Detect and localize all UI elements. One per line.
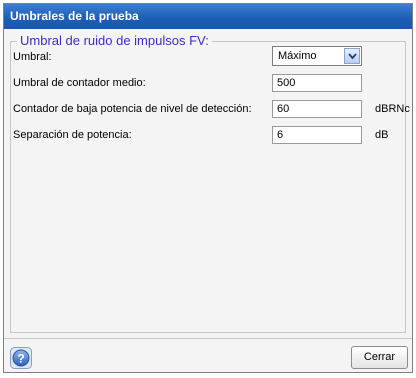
power-separation-input[interactable]: [272, 126, 362, 144]
average-counter-threshold-label: Umbral de contador medio:: [13, 77, 146, 89]
power-separation-unit: dB: [375, 129, 389, 141]
low-power-detection-counter-input[interactable]: [272, 100, 362, 118]
close-button[interactable]: Cerrar: [351, 346, 408, 369]
threshold-select[interactable]: Máximo: [272, 46, 362, 66]
low-power-unit: dBRNc: [375, 103, 410, 115]
question-mark-icon: ?: [10, 347, 32, 369]
threshold-select-value: Máximo: [278, 50, 317, 62]
power-separation-label: Separación de potencia:: [13, 129, 132, 141]
average-counter-threshold-input[interactable]: [272, 74, 362, 92]
svg-text:?: ?: [17, 352, 24, 366]
footer-divider: [4, 338, 412, 339]
group-title: Umbral de ruido de impulsos FV:: [17, 33, 212, 49]
threshold-label: Umbral:: [13, 51, 52, 63]
dialog-title: Umbrales de la prueba: [4, 4, 412, 29]
help-button[interactable]: ?: [10, 347, 32, 369]
chevron-down-icon[interactable]: [344, 48, 360, 64]
test-thresholds-dialog: Umbrales de la prueba Umbral de ruido de…: [3, 3, 413, 373]
low-power-detection-counter-label: Contador de baja potencia de nivel de de…: [13, 103, 252, 115]
